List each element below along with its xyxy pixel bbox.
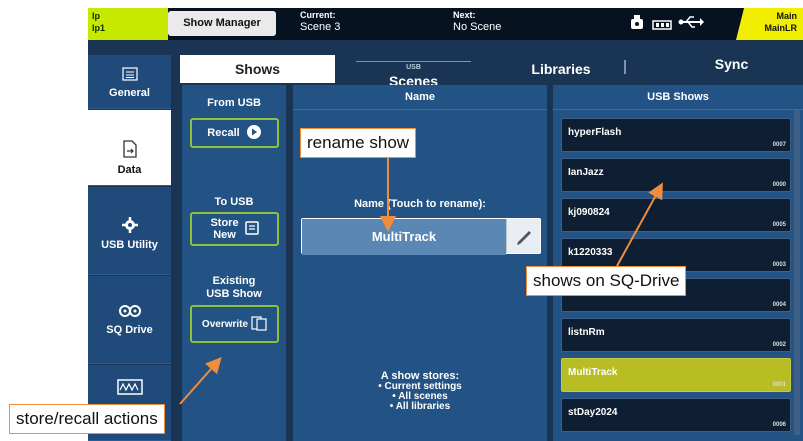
- usb-show-number: 0001: [772, 382, 786, 388]
- show-name-value: MultiTrack: [302, 219, 506, 255]
- memory-icon: [652, 17, 672, 30]
- usb-show-name: IanJazz: [568, 167, 604, 178]
- callout-store-recall: store/recall actions: [9, 404, 165, 434]
- usb-show-number: 0007: [772, 142, 786, 148]
- usb-show-number: 0000: [772, 182, 786, 188]
- right-channel-line2: MainLR: [764, 23, 798, 33]
- current-scene-display: Current: Scene 3: [300, 10, 340, 33]
- existing-line2: USB Show: [206, 288, 262, 300]
- store-new-line2: New: [213, 229, 236, 241]
- usb-show-name: k1220333: [568, 247, 613, 258]
- tab-sync[interactable]: Sync: [660, 50, 803, 78]
- usb-show-number: 0005: [772, 222, 786, 228]
- usb-show-number: 0003: [772, 262, 786, 268]
- next-scene-display: Next: No Scene: [453, 10, 501, 33]
- edit-pencil-icon[interactable]: [506, 219, 540, 253]
- usb-show-item[interactable]: stDay2024 0006: [561, 398, 791, 432]
- list-icon: [88, 67, 171, 85]
- sidebar-item-usb-utility[interactable]: USB Utility: [88, 187, 171, 275]
- tab-divider: [624, 60, 626, 74]
- recall-button[interactable]: Recall: [190, 118, 279, 148]
- tab-scenes[interactable]: USB Scenes: [336, 55, 491, 89]
- gear-icon: [88, 217, 171, 237]
- right-channel-indicator[interactable]: Main MainLR: [736, 8, 803, 40]
- usb-icon: [678, 14, 704, 30]
- left-channel-indicator[interactable]: Ip Ip1: [88, 8, 168, 40]
- usb-show-name: kj090824: [568, 207, 610, 218]
- document-usb-icon: [88, 140, 171, 162]
- usb-show-number: 0004: [772, 302, 786, 308]
- play-icon: [246, 124, 262, 143]
- to-usb-label: To USB: [214, 196, 254, 208]
- usb-show-name: listnRm: [568, 327, 605, 338]
- existing-line1: Existing: [212, 275, 256, 287]
- store-new-line1: Store: [210, 217, 239, 229]
- callout-rename-show: rename show: [300, 128, 417, 158]
- sidebar-item-label: Data: [117, 164, 142, 176]
- store-new-label: Store New: [210, 217, 238, 241]
- existing-usb-show-label: Existing USB Show: [182, 275, 286, 301]
- usb-show-item[interactable]: hyperFlash 0007: [561, 118, 791, 152]
- usb-show-name: MultiTrack: [568, 367, 618, 378]
- usb-show-item[interactable]: listnRm 0002: [561, 318, 791, 352]
- show-info-text: A show stores: • Current settings • All …: [293, 370, 547, 412]
- sidebar-item-sq-drive[interactable]: SQ Drive: [88, 276, 171, 364]
- current-value: Scene 3: [300, 21, 341, 33]
- usb-shows-scrollbar[interactable]: [794, 110, 800, 435]
- overwrite-label: Overwrite: [201, 318, 249, 330]
- current-label: Current:: [300, 10, 336, 20]
- show-name-field[interactable]: MultiTrack: [301, 218, 541, 255]
- sidebar-item-label: SQ Drive: [106, 324, 153, 336]
- left-channel-line2: Ip1: [92, 23, 106, 33]
- show-manager-tab[interactable]: Show Manager: [168, 11, 276, 36]
- tab-shows[interactable]: Shows: [180, 55, 335, 83]
- sidebar-item-data[interactable]: Data: [88, 110, 171, 186]
- overwrite-icon: [251, 315, 267, 334]
- usb-shows-header: USB Shows: [553, 85, 803, 110]
- recall-label: Recall: [207, 127, 240, 139]
- tape-icon: [88, 304, 171, 322]
- sidebar-item-label: General: [109, 87, 150, 99]
- rename-label: Name (Touch to rename):: [354, 198, 486, 210]
- usb-show-item-selected[interactable]: MultiTrack 0001: [561, 358, 791, 392]
- info-line: • All libraries: [389, 401, 451, 412]
- usb-show-item[interactable]: IanJazz 0000: [561, 158, 791, 192]
- meter-icon: [116, 379, 143, 398]
- sidebar-item-general[interactable]: General: [88, 55, 171, 109]
- callout-shows-on-drive: shows on SQ-Drive: [526, 266, 687, 296]
- engine-status-icon: [628, 13, 648, 31]
- store-new-button[interactable]: Store New: [190, 212, 279, 246]
- usb-show-name: stDay2024: [568, 407, 618, 418]
- name-header: Name: [293, 85, 547, 110]
- next-value: No Scene: [453, 21, 502, 33]
- usb-show-number: 0002: [772, 342, 786, 348]
- sidebar-item-label: USB Utility: [101, 239, 158, 251]
- save-icon: [244, 220, 259, 238]
- tab-scenes-sublabel: USB: [403, 63, 424, 72]
- right-channel-line1: Main: [776, 11, 797, 21]
- usb-show-name: hyperFlash: [568, 127, 622, 138]
- usb-show-number: 0006: [772, 422, 786, 428]
- overwrite-button[interactable]: Overwrite: [190, 305, 279, 343]
- tab-libraries[interactable]: Libraries: [491, 55, 631, 83]
- usb-show-item[interactable]: kj090824 0005: [561, 198, 791, 232]
- left-channel-line1: Ip: [92, 11, 100, 21]
- next-label: Next:: [453, 10, 476, 20]
- from-usb-label: From USB: [207, 97, 261, 109]
